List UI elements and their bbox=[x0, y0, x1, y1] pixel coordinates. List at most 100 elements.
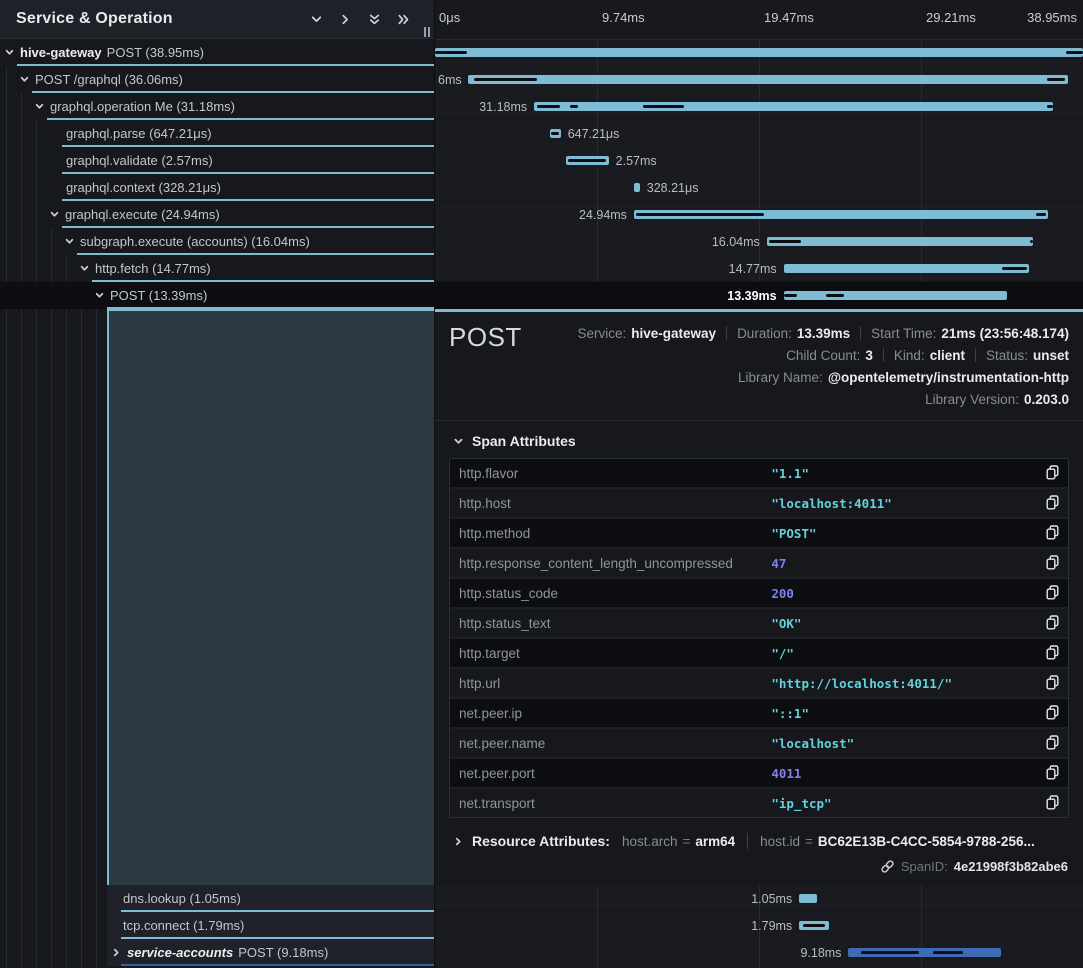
chevron-down-icon[interactable] bbox=[34, 101, 45, 112]
span-bar[interactable] bbox=[799, 894, 816, 903]
span-duration-label: 2.57ms bbox=[616, 154, 657, 168]
timeline-row[interactable]: 2.57ms bbox=[435, 147, 1083, 174]
timeline-row[interactable]: 1.79ms bbox=[435, 912, 1083, 939]
operation-label: tcp.connect (1.79ms) bbox=[123, 918, 244, 933]
attribute-value: "ip_tcp" bbox=[771, 796, 831, 811]
timeline-column: 0μs9.74ms19.47ms29.21ms38.95ms 6ms31.18m… bbox=[434, 0, 1083, 968]
copy-icon[interactable] bbox=[1046, 675, 1059, 690]
span-detail-meta: Service:hive-gatewayDuration:13.39msStar… bbox=[577, 322, 1069, 410]
copy-icon[interactable] bbox=[1046, 795, 1059, 810]
link-icon[interactable] bbox=[880, 859, 895, 874]
copy-icon[interactable] bbox=[1046, 585, 1059, 600]
timeline-row[interactable]: 24.94ms bbox=[435, 201, 1083, 228]
span-row-content: dns.lookup (1.05ms) bbox=[107, 885, 434, 912]
span-bar[interactable] bbox=[468, 75, 1068, 84]
ruler-tick-label: 9.74ms bbox=[602, 10, 645, 25]
copy-icon[interactable] bbox=[1046, 645, 1059, 660]
selected-span-highlight bbox=[107, 309, 434, 885]
span-bar[interactable] bbox=[634, 210, 1048, 219]
chevron-down-icon[interactable] bbox=[64, 236, 75, 247]
span-row-content: subgraph.execute (accounts) (16.04ms) bbox=[0, 228, 434, 255]
meta-value: unset bbox=[1033, 348, 1069, 363]
timeline-row[interactable]: 14.77ms bbox=[435, 255, 1083, 282]
chevron-down-icon[interactable] bbox=[4, 47, 15, 58]
span-row[interactable]: subgraph.execute (accounts) (16.04ms) bbox=[0, 228, 434, 255]
span-bar[interactable] bbox=[848, 948, 1001, 957]
copy-icon[interactable] bbox=[1046, 705, 1059, 720]
span-bar[interactable] bbox=[435, 48, 1083, 57]
span-row[interactable]: hive-gatewayPOST (38.95ms) bbox=[0, 39, 434, 66]
detail-row-gap bbox=[0, 309, 434, 885]
chevron-down-icon[interactable] bbox=[310, 13, 323, 26]
span-row[interactable]: http.fetch (14.77ms) bbox=[0, 255, 434, 282]
span-bar[interactable] bbox=[767, 237, 1033, 246]
span-row[interactable]: graphql.parse (647.21μs) bbox=[0, 120, 434, 147]
timeline-row[interactable]: 1.05ms bbox=[435, 885, 1083, 912]
column-resize-handle[interactable] bbox=[424, 27, 430, 37]
resource-separator bbox=[747, 833, 748, 849]
span-row[interactable]: graphql.execute (24.94ms) bbox=[0, 201, 434, 228]
timeline-row[interactable]: 16.04ms bbox=[435, 228, 1083, 255]
timeline-row[interactable]: 647.21μs bbox=[435, 120, 1083, 147]
copy-icon[interactable] bbox=[1046, 735, 1059, 750]
span-bar[interactable] bbox=[550, 129, 561, 138]
span-row[interactable]: tcp.connect (1.79ms) bbox=[0, 912, 434, 939]
chevron-down-icon[interactable] bbox=[49, 209, 60, 220]
span-duration-label: 9.18ms bbox=[800, 946, 841, 960]
copy-icon[interactable] bbox=[1046, 525, 1059, 540]
span-row[interactable]: graphql.operation Me (31.18ms) bbox=[0, 93, 434, 120]
ruler-tick-label: 29.21ms bbox=[926, 10, 976, 25]
span-bar[interactable] bbox=[534, 102, 1052, 111]
timeline-row[interactable]: 9.18ms bbox=[435, 939, 1083, 966]
child-span-mark bbox=[826, 294, 844, 297]
timeline-row[interactable]: 328.21μs bbox=[435, 174, 1083, 201]
operation-label: graphql.operation Me (31.18ms) bbox=[50, 99, 235, 114]
span-id-row: SpanID: 4e21998f3b82abe6 bbox=[435, 849, 1083, 874]
chevron-right-icon[interactable] bbox=[339, 13, 352, 26]
timeline-row[interactable]: 6ms bbox=[435, 66, 1083, 93]
span-bar[interactable] bbox=[634, 183, 640, 192]
span-id-value: 4e21998f3b82abe6 bbox=[954, 859, 1068, 874]
child-span-mark bbox=[1047, 105, 1052, 108]
chevron-down-icon[interactable] bbox=[94, 290, 105, 301]
meta-label: Service: bbox=[577, 326, 626, 341]
copy-icon[interactable] bbox=[1046, 465, 1059, 480]
copy-icon[interactable] bbox=[1046, 495, 1059, 510]
child-span-mark bbox=[537, 105, 560, 108]
chevron-down-icon[interactable] bbox=[79, 263, 90, 274]
chevron-down-icon[interactable] bbox=[19, 74, 30, 85]
span-bar[interactable] bbox=[784, 291, 1007, 300]
resource-attributes-row[interactable]: Resource Attributes:host.arch=arm64host.… bbox=[435, 818, 1083, 849]
span-row[interactable]: graphql.context (328.21μs) bbox=[0, 174, 434, 201]
span-attributes-header[interactable]: Span Attributes bbox=[435, 421, 1083, 458]
span-row[interactable]: POST /graphql (36.06ms) bbox=[0, 66, 434, 93]
chevron-right-icon[interactable] bbox=[453, 836, 464, 847]
child-span-mark bbox=[1047, 78, 1065, 81]
attribute-value: 200 bbox=[771, 586, 794, 601]
expand-all-icon[interactable] bbox=[397, 13, 410, 26]
attribute-key: net.peer.port bbox=[450, 766, 535, 781]
copy-icon[interactable] bbox=[1046, 615, 1059, 630]
child-span-mark bbox=[568, 159, 606, 162]
span-row-content: http.fetch (14.77ms) bbox=[0, 255, 434, 282]
resource-equals: = bbox=[805, 834, 813, 849]
attribute-row: net.peer.port4011 bbox=[450, 759, 1068, 789]
timeline-row[interactable]: 31.18ms bbox=[435, 93, 1083, 120]
span-row[interactable]: dns.lookup (1.05ms) bbox=[0, 885, 434, 912]
span-bar[interactable] bbox=[784, 264, 1030, 273]
span-bar[interactable] bbox=[566, 156, 609, 165]
span-bar[interactable] bbox=[799, 921, 829, 930]
collapse-all-icon[interactable] bbox=[368, 13, 381, 26]
copy-icon[interactable] bbox=[1046, 555, 1059, 570]
span-row[interactable]: service-accountsPOST (9.18ms) bbox=[0, 939, 434, 966]
span-duration-label: 328.21μs bbox=[647, 181, 699, 195]
meta-separator bbox=[883, 348, 884, 362]
timeline-row[interactable] bbox=[435, 39, 1083, 66]
attribute-row: http.host"localhost:4011" bbox=[450, 489, 1068, 519]
span-row[interactable]: graphql.validate (2.57ms) bbox=[0, 147, 434, 174]
span-row[interactable]: POST (13.39ms) bbox=[0, 282, 434, 309]
copy-icon[interactable] bbox=[1046, 765, 1059, 780]
chevron-right-icon[interactable] bbox=[111, 947, 122, 958]
timeline-row[interactable]: 13.39ms bbox=[435, 282, 1083, 309]
resource-attributes-title: Resource Attributes: bbox=[472, 833, 610, 849]
